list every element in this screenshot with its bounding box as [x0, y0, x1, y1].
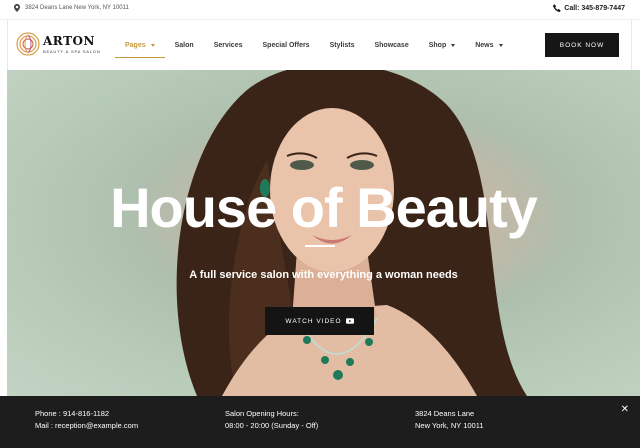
chevron-down-icon — [451, 43, 456, 47]
site-header: ARTON BEAUTY & SPA SALON Pages Salon Ser… — [7, 20, 632, 70]
nav-label: Salon — [174, 41, 194, 49]
top-call[interactable]: Call: 345-879-7447 — [553, 4, 625, 12]
hero-section: House of Beauty A full service salon wit… — [7, 70, 640, 396]
nav-label: Stylists — [329, 41, 355, 49]
map-pin-icon — [14, 4, 20, 12]
nav-label: Shop — [428, 41, 447, 49]
phone-icon — [553, 4, 561, 12]
hours-title: Salon Opening Hours: — [225, 409, 299, 418]
book-now-button[interactable]: BOOK NOW — [545, 33, 619, 57]
nav-item-services[interactable]: Services — [204, 20, 253, 70]
nav-label: Services — [213, 41, 243, 49]
nav-label: News — [475, 41, 494, 49]
video-play-icon — [345, 318, 354, 324]
address-line1: 3824 Deans Lane — [415, 409, 475, 418]
nav-item-pages[interactable]: Pages — [115, 20, 165, 70]
top-call-text: Call: 345-879-7447 — [564, 4, 625, 12]
nav-item-special-offers[interactable]: Special Offers — [253, 20, 320, 70]
logo-mark-icon — [16, 32, 40, 56]
chevron-down-icon — [150, 43, 155, 47]
nav-item-news[interactable]: News — [465, 20, 512, 70]
watch-video-button[interactable]: WATCH VIDEO — [265, 307, 374, 335]
watch-video-label: WATCH VIDEO — [285, 317, 342, 325]
close-icon[interactable]: ✕ — [621, 404, 629, 415]
nav-item-showcase[interactable]: Showcase — [364, 20, 418, 70]
nav-item-shop[interactable]: Shop — [419, 20, 466, 70]
hours-text: 08:00 - 20:00 (Sunday - Off) — [225, 421, 319, 430]
brand-tagline: BEAUTY & SPA SALON — [43, 48, 101, 54]
brand-name: ARTON — [43, 33, 95, 48]
contact-info: Phone : 914-816-1182 Mail : reception@ex… — [35, 408, 138, 432]
nav-label: Special Offers — [262, 41, 310, 49]
nav-label: Showcase — [374, 41, 409, 49]
top-address: 3824 Deans Lane New York, NY 10011 — [14, 4, 129, 12]
nav-item-salon[interactable]: Salon — [165, 20, 204, 70]
address-line2: New York, NY 10011 — [415, 421, 484, 430]
phone-text: Phone : 914-816-1182 — [35, 409, 110, 418]
hero-divider — [305, 245, 335, 247]
chevron-down-icon — [498, 43, 503, 47]
logo[interactable]: ARTON BEAUTY & SPA SALON — [16, 31, 100, 57]
hero-title: House of Beauty — [110, 176, 538, 239]
top-bar: 3824 Deans Lane New York, NY 10011 Call:… — [0, 0, 640, 20]
address-info: 3824 Deans Lane New York, NY 10011 — [415, 408, 484, 432]
info-bar: Phone : 914-816-1182 Mail : reception@ex… — [0, 396, 640, 448]
main-nav: Pages Salon Services Special Offers Styl… — [115, 20, 513, 70]
mail-text: Mail : reception@example.com — [35, 421, 139, 430]
top-address-text: 3824 Deans Lane New York, NY 10011 — [25, 5, 129, 11]
nav-item-stylists[interactable]: Stylists — [320, 20, 365, 70]
hero-subtitle: A full service salon with everything a w… — [189, 269, 458, 281]
opening-hours: Salon Opening Hours: 08:00 - 20:00 (Sund… — [225, 408, 318, 432]
nav-label: Pages — [125, 41, 146, 49]
page: 3824 Deans Lane New York, NY 10011 Call:… — [0, 0, 640, 448]
